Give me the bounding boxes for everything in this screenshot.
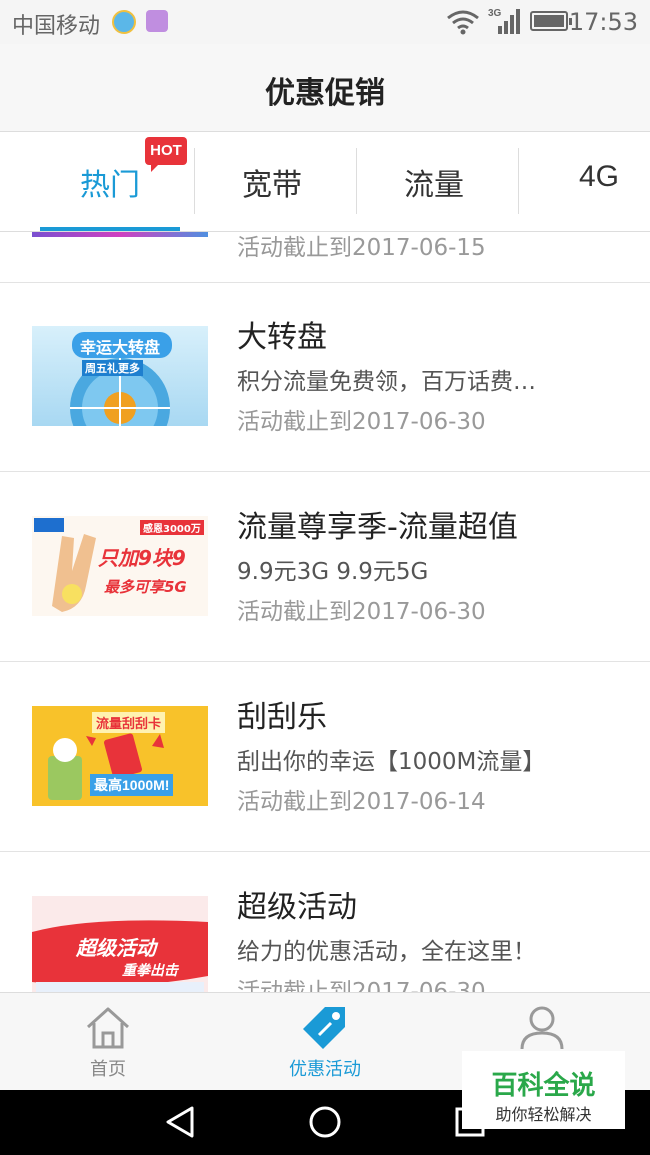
- tab-label: 热门: [80, 168, 140, 203]
- nav-label: 优惠活动: [289, 1059, 361, 1080]
- promotion-title: 大转盘: [237, 320, 327, 355]
- nav-promotions[interactable]: 优惠活动: [217, 993, 433, 1091]
- watermark-logo: 百科全说 助你轻松解决: [462, 1051, 625, 1129]
- promotion-thumbnail: 幸运大转盘 周五礼更多: [32, 326, 208, 426]
- thumb-title: 流量刮刮卡: [92, 712, 166, 733]
- thumb-badge: 感恩3000万: [140, 520, 204, 535]
- promotion-title: 流量尊享季-流量超值: [237, 510, 518, 545]
- promotion-title: 刮刮乐: [237, 700, 327, 735]
- tab-label: 宽带: [242, 168, 302, 203]
- signal-icon: 3G: [488, 8, 520, 34]
- thumb-subtitle: 重拳出击: [122, 963, 178, 979]
- status-bar: 中国移动 3G 17:53: [0, 0, 650, 44]
- promotion-deadline: 活动截止到2017-06-30: [237, 599, 486, 625]
- promotion-deadline: 活动截止到2017-06-15: [237, 235, 486, 261]
- nav-label: 首页: [90, 1059, 126, 1080]
- tag-icon: [303, 1007, 345, 1049]
- carrier-name: 中国移动: [12, 14, 101, 39]
- hot-badge: HOT: [145, 137, 187, 172]
- promotion-thumbnail: [32, 232, 208, 237]
- promotion-title: 超级活动: [237, 890, 357, 925]
- tab-label: 流量: [404, 168, 464, 203]
- thumb-subtitle: 最高1000M!: [90, 774, 174, 796]
- promotion-description: 9.9元3G 9.9元5G: [237, 559, 429, 585]
- promotion-deadline: 活动截止到2017-06-30: [237, 409, 486, 435]
- back-icon[interactable]: [162, 1104, 198, 1140]
- thumb-title: 幸运大转盘: [80, 338, 161, 357]
- promotion-item-super[interactable]: 超级活动 重拳出击 超级活动 给力的优惠活动，全在这里！ 活动截止到2017-0…: [0, 852, 650, 992]
- thumb-title: 只加9块9: [98, 546, 186, 570]
- tab-label: 4G: [579, 160, 620, 193]
- promotion-description: 刮出你的幸运【1000M流量】: [237, 749, 546, 775]
- tab-4g[interactable]: 4G: [519, 132, 650, 232]
- home-button-icon[interactable]: [307, 1104, 343, 1140]
- promotion-thumbnail: 超级活动 重拳出击: [32, 896, 208, 992]
- app-notification-icon: [112, 10, 136, 34]
- tab-data[interactable]: 流量: [357, 132, 518, 232]
- promotion-list[interactable]: 活动截止到2017-06-15 幸运大转盘 周五礼更多 大转盘 积分流量免费领，…: [0, 232, 650, 992]
- promotion-item-data-season[interactable]: 感恩3000万 只加9块9 最多可享5G 流量尊享季-流量超值 9.9元3G 9…: [0, 472, 650, 662]
- wifi-icon: [447, 10, 479, 35]
- promotion-thumbnail: 感恩3000万 只加9块9 最多可享5G: [32, 516, 208, 616]
- home-icon: [86, 1007, 130, 1049]
- active-tab-indicator: [40, 227, 180, 231]
- promotion-thumbnail: 流量刮刮卡 最高1000M!: [32, 706, 208, 806]
- battery-icon: [530, 11, 572, 31]
- promotion-deadline: 活动截止到2017-06-14: [237, 789, 486, 815]
- thumb-title: 超级活动: [76, 936, 156, 960]
- promotion-description: 给力的优惠活动，全在这里！: [237, 939, 536, 965]
- tab-broadband[interactable]: 宽带: [195, 132, 356, 232]
- promotion-item-scratch[interactable]: 流量刮刮卡 最高1000M! 刮刮乐 刮出你的幸运【1000M流量】 活动截止到…: [0, 662, 650, 852]
- user-icon: [520, 1006, 564, 1050]
- gallery-notification-icon: [146, 10, 168, 32]
- thumb-subtitle: 最多可享5G: [104, 578, 187, 596]
- watermark-subtitle: 助你轻松解决: [495, 1105, 592, 1124]
- page-title: 优惠促销: [265, 76, 385, 111]
- nav-home[interactable]: 首页: [0, 993, 216, 1091]
- promotion-deadline: 活动截止到2017-06-30: [237, 979, 486, 992]
- watermark-title: 百科全说: [491, 1071, 596, 1101]
- promotion-description: 积分流量免费领，百万话费…: [237, 369, 536, 395]
- clock: 17:53: [568, 8, 638, 36]
- network-type-label: 3G: [488, 8, 502, 19]
- title-bar: 优惠促销: [0, 44, 650, 132]
- promotion-item-wheel[interactable]: 幸运大转盘 周五礼更多 大转盘 积分流量免费领，百万话费… 活动截止到2017-…: [0, 282, 650, 472]
- promotion-item-partial[interactable]: 活动截止到2017-06-15: [0, 232, 650, 283]
- thumb-subtitle: 周五礼更多: [82, 360, 143, 376]
- category-tabs: 热门 宽带 流量 4G: [0, 132, 650, 232]
